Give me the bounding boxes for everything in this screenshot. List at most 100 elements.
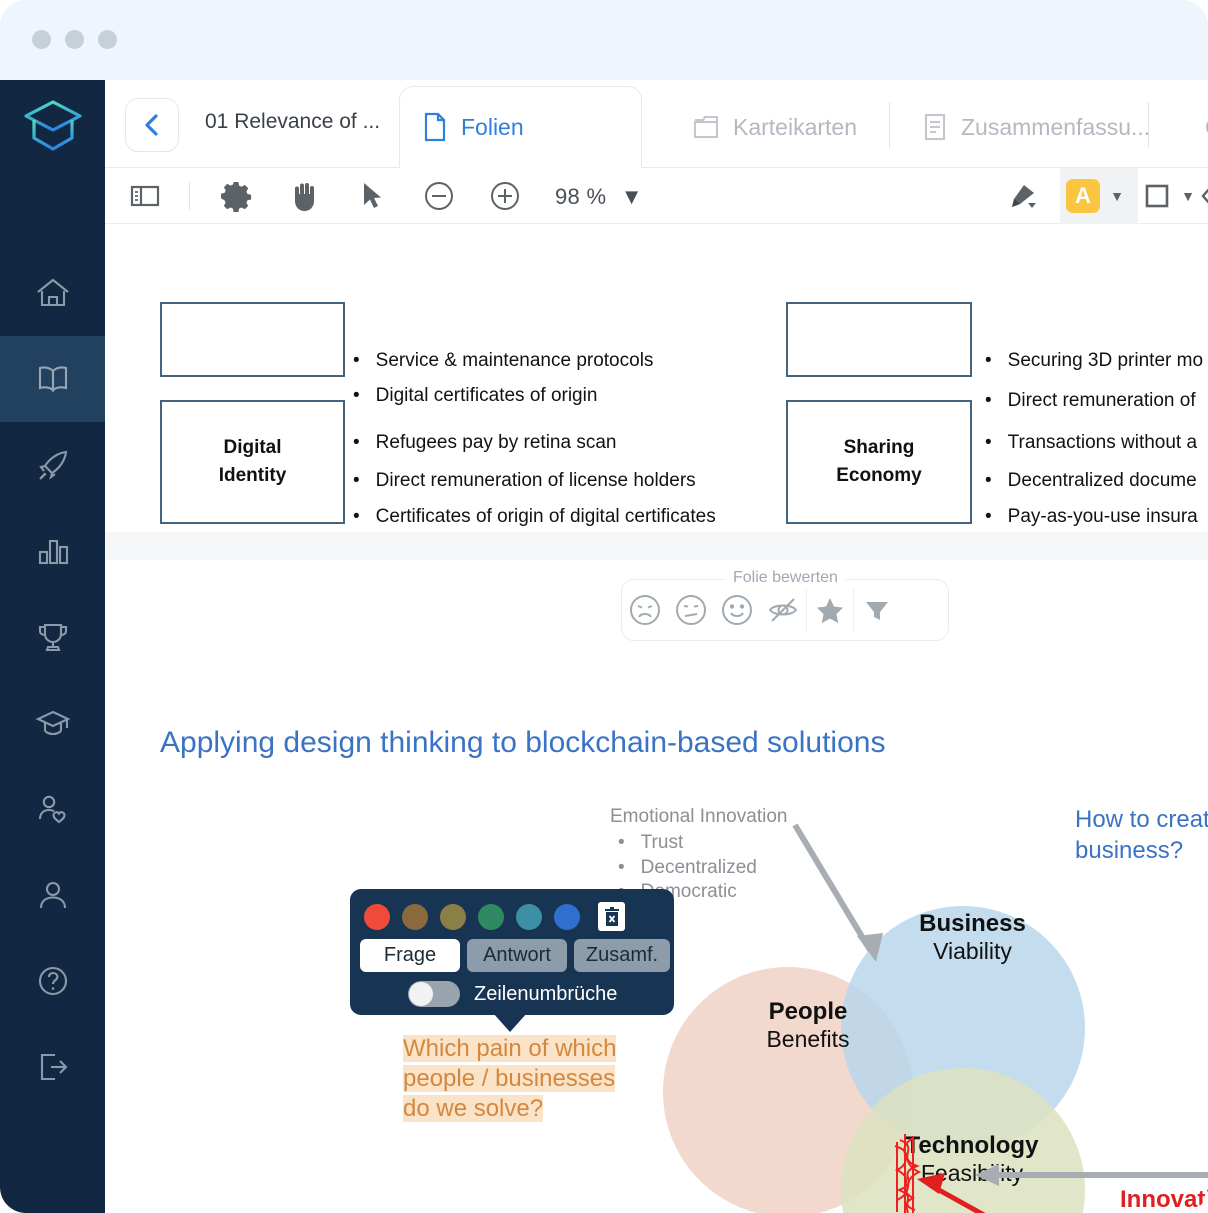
tab-karteikarten[interactable]: Karteikarten xyxy=(670,86,879,168)
mode-frage[interactable]: Frage xyxy=(360,939,460,972)
slide1-bullet-right: • Transactions without a xyxy=(985,432,1197,454)
linebreak-toggle[interactable] xyxy=(408,981,460,1007)
zoom-in-icon xyxy=(489,180,521,212)
bullet-text: Certificates of origin of digital certif… xyxy=(376,506,716,528)
rate-good-button[interactable] xyxy=(714,580,760,640)
logout-icon xyxy=(33,1047,73,1087)
slide-2[interactable]: Applying design thinking to blockchain-b… xyxy=(105,560,1208,1213)
select-tool-button[interactable] xyxy=(348,174,396,218)
handwritten-line3: do we solve? xyxy=(403,1095,543,1122)
slide-canvas[interactable]: Digital Identity Sharing Economy • Servi… xyxy=(105,224,1208,1213)
zoom-in-button[interactable] xyxy=(481,174,529,218)
mode-zusammenfassung[interactable]: Zusamf. xyxy=(574,939,670,972)
venn-label-business: Business Viability xyxy=(880,910,1065,965)
question-business-line2: business? xyxy=(1075,836,1208,867)
sidebar-item-achievements[interactable] xyxy=(0,594,105,680)
venn-title: Technology xyxy=(877,1132,1067,1160)
color-swatch-olive[interactable] xyxy=(440,904,466,930)
window-dot-minimize[interactable] xyxy=(65,30,84,49)
bullet-text: Transactions without a xyxy=(1008,432,1197,454)
slide1-box-digital-identity: Digital Identity xyxy=(160,400,345,524)
window-dot-maximize[interactable] xyxy=(98,30,117,49)
sidebar-item-profile[interactable] xyxy=(0,852,105,938)
book-icon xyxy=(33,359,73,399)
cursor-arrow-icon xyxy=(361,181,383,211)
color-swatch-brown[interactable] xyxy=(402,904,428,930)
trash-icon xyxy=(602,906,622,928)
file-icon xyxy=(422,112,448,142)
sidebar-item-courses[interactable] xyxy=(0,680,105,766)
toggle-knob xyxy=(409,982,433,1006)
zoom-out-button[interactable] xyxy=(415,174,463,218)
text-color-button[interactable]: A xyxy=(1065,174,1101,218)
text-color-caret[interactable]: ▼ xyxy=(1104,174,1130,218)
settings-button[interactable] xyxy=(212,174,260,218)
sidebar-item-home[interactable] xyxy=(0,250,105,336)
cube-logo-icon xyxy=(20,94,86,160)
tab-zusammenfassung[interactable]: Zusammenfassu... xyxy=(900,86,1172,168)
rocket-icon xyxy=(33,445,73,485)
color-swatches xyxy=(364,902,625,931)
hide-slide-button[interactable] xyxy=(760,580,806,640)
tab-folien[interactable]: Folien xyxy=(399,86,642,168)
window-controls[interactable] xyxy=(32,30,117,49)
tab-overflow[interactable]: O xyxy=(1183,86,1208,168)
color-swatch-blue[interactable] xyxy=(554,904,580,930)
sidebar-item-friends[interactable] xyxy=(0,766,105,852)
tab-divider xyxy=(889,102,890,148)
sidebar-item-statistics[interactable] xyxy=(0,508,105,594)
color-swatch-teal[interactable] xyxy=(516,904,542,930)
mode-antwort[interactable]: Antwort xyxy=(467,939,567,972)
annotation-toolbar[interactable]: Frage Antwort Zusamf. Zeilenumbrüche xyxy=(350,889,674,1015)
window-dot-close[interactable] xyxy=(32,30,51,49)
app-logo[interactable] xyxy=(0,94,105,160)
delete-annotation-button[interactable] xyxy=(598,902,625,931)
bullet-dot: • xyxy=(985,470,992,492)
venn-title: People xyxy=(723,998,893,1026)
toolbar-separator xyxy=(189,182,190,210)
bullet-dot: • xyxy=(985,432,992,454)
venn-title: Business xyxy=(880,910,1065,938)
handwritten-note: Which pain of which people / businesses … xyxy=(403,1034,616,1125)
rate-neutral-button[interactable] xyxy=(668,580,714,640)
venn-label-people: People Benefits xyxy=(723,998,893,1053)
question-business: How to create a susta business? xyxy=(1075,805,1208,866)
bullet-dot: • xyxy=(353,506,360,528)
hand-icon xyxy=(289,179,319,213)
trophy-icon xyxy=(33,617,73,657)
sidebar-item-help[interactable] xyxy=(0,938,105,1024)
slide-separator xyxy=(105,532,1208,560)
tab-label: Zusammenfassu... xyxy=(961,114,1150,141)
user-icon xyxy=(33,875,73,915)
marker-icon xyxy=(1004,183,1038,209)
rate-bad-button[interactable] xyxy=(622,580,668,640)
bullet-dot: • xyxy=(985,350,992,372)
square-icon xyxy=(1144,183,1170,209)
note-header: Emotional Innovation xyxy=(610,805,787,829)
star-icon xyxy=(815,595,845,625)
handwritten-line1: Which pain of which xyxy=(403,1035,616,1062)
sidebar-item-library[interactable] xyxy=(0,336,105,422)
filter-button[interactable] xyxy=(854,580,900,640)
back-button[interactable] xyxy=(125,98,179,152)
shape-button[interactable] xyxy=(1137,174,1177,218)
panel-toggle-button[interactable] xyxy=(121,174,169,218)
slide-1[interactable]: Digital Identity Sharing Economy • Servi… xyxy=(105,224,1208,532)
slide1-bullet: • Refugees pay by retina scan xyxy=(353,432,616,454)
favorite-button[interactable] xyxy=(807,580,853,640)
highlighter-button[interactable] xyxy=(991,174,1051,218)
slide-rating-popup[interactable] xyxy=(621,579,949,641)
annotation-toolbar-tail xyxy=(493,1013,527,1032)
neutral-face-icon xyxy=(674,593,708,627)
pan-tool-button[interactable] xyxy=(280,174,328,218)
box-label-line1: Sharing xyxy=(844,434,915,462)
sidebar-item-boost[interactable] xyxy=(0,422,105,508)
smiling-face-icon xyxy=(720,593,754,627)
toolbar-overflow[interactable] xyxy=(1197,174,1208,218)
color-swatch-red[interactable] xyxy=(364,904,390,930)
color-swatch-green[interactable] xyxy=(478,904,504,930)
bullet-dot: • xyxy=(353,470,360,492)
sidebar-item-logout[interactable] xyxy=(0,1024,105,1110)
slide1-bullet: • Certificates of origin of digital cert… xyxy=(353,506,716,528)
zoom-level-display[interactable]: 98 % ▼ xyxy=(555,184,643,210)
